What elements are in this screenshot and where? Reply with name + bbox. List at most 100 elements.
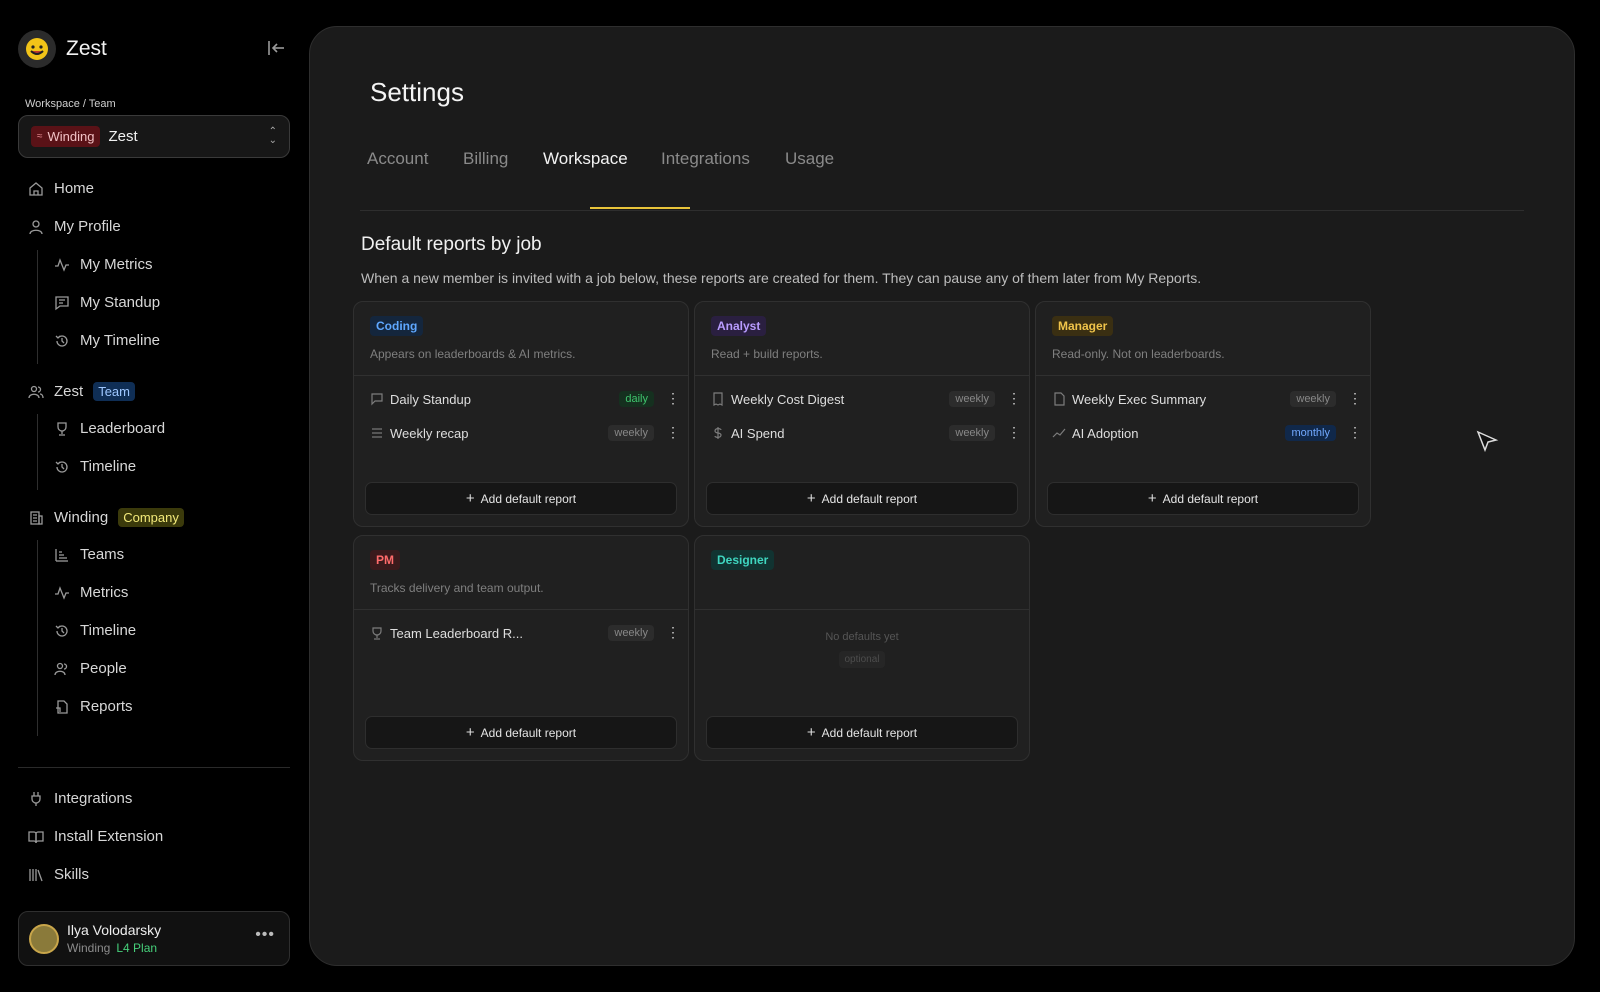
building-icon: [30, 510, 43, 525]
report-row[interactable]: Weekly Exec Summary weekly ⋮: [1036, 386, 1370, 414]
nav-teams[interactable]: Teams: [54, 546, 124, 563]
nav-home[interactable]: Home: [28, 180, 94, 197]
add-default-report-button[interactable]: + Add default report: [1047, 482, 1359, 515]
job-card-manager: Manager Read-only. Not on leaderboards. We…: [1035, 301, 1371, 527]
history-icon: [55, 460, 68, 473]
add-default-report-button[interactable]: + Add default report: [365, 716, 677, 749]
job-description: Read-only. Not on leaderboards.: [1052, 347, 1225, 361]
more-vertical-icon[interactable]: ⋮: [666, 391, 680, 405]
nav-skills[interactable]: Skills: [28, 866, 89, 883]
user-card[interactable]: Ilya Volodarsky Winding L4 Plan •••: [18, 911, 290, 966]
nav-my-profile[interactable]: My Profile: [28, 218, 121, 235]
add-default-report-button[interactable]: + Add default report: [706, 716, 1018, 749]
tab-workspace[interactable]: Workspace: [543, 149, 628, 169]
card-header: Coding Appears on leaderboards & AI metri…: [354, 302, 688, 376]
add-default-report-button[interactable]: + Add default report: [706, 482, 1018, 515]
job-tag: Designer: [711, 550, 775, 570]
chevron-updown-icon: ⌃ ⌄: [268, 126, 277, 146]
trophy-icon: [372, 627, 382, 640]
add-default-report-button[interactable]: + Add default report: [365, 482, 677, 515]
optional-tag: optional: [839, 651, 885, 668]
users-icon: [28, 385, 44, 398]
report-icon: [56, 699, 68, 714]
company-chip-label: Winding: [47, 129, 95, 144]
job-description: Tracks delivery and team output.: [370, 581, 544, 595]
tab-usage[interactable]: Usage: [785, 149, 834, 169]
section-description: When a new member is invited with a job …: [361, 270, 1202, 286]
frequency-badge: weekly: [608, 425, 654, 441]
nav-my-metrics[interactable]: My Metrics: [54, 256, 153, 273]
wind-icon: ≈: [37, 131, 43, 142]
nav-metrics[interactable]: Metrics: [54, 584, 128, 601]
mouse-cursor-icon: [1476, 430, 1499, 453]
team-badge: Team: [93, 382, 135, 401]
zest-logo: [18, 30, 56, 68]
list-icon: [372, 428, 382, 438]
report-row[interactable]: Weekly Cost Digest weekly ⋮: [695, 386, 1029, 414]
library-icon: [29, 868, 43, 881]
dollar-icon: [714, 427, 722, 439]
nav-reports-label: Reports: [80, 698, 133, 715]
nav-install-extension[interactable]: Install Extension: [28, 828, 163, 845]
trend-icon: [1052, 428, 1066, 438]
sidebar: Zest Workspace / Team ≈ Winding Zest ⌃ ⌄ H…: [0, 0, 300, 992]
activity-icon: [55, 257, 69, 272]
frequency-badge: weekly: [608, 625, 654, 641]
document-icon: [1054, 392, 1065, 406]
card-header: PM Tracks delivery and team output.: [354, 536, 688, 610]
bar-chart-icon: [55, 548, 68, 562]
more-vertical-icon[interactable]: ⋮: [1007, 425, 1021, 439]
report-name: Weekly Exec Summary: [1072, 392, 1207, 407]
plug-icon: [31, 791, 41, 806]
tab-billing[interactable]: Billing: [463, 149, 508, 169]
more-vertical-icon[interactable]: ⋮: [666, 625, 680, 639]
report-row[interactable]: Weekly recap weekly ⋮: [354, 420, 688, 448]
nav-my-timeline[interactable]: My Timeline: [54, 332, 160, 349]
nav-team[interactable]: Zest Team: [28, 382, 135, 401]
job-tag: PM: [370, 550, 400, 570]
user-icon: [29, 219, 43, 234]
settings-panel: Settings Account Billing Workspace Integ…: [309, 26, 1575, 966]
nav-integrations[interactable]: Integrations: [28, 790, 132, 807]
collapse-sidebar-icon[interactable]: [266, 38, 290, 62]
nav-team-timeline[interactable]: Timeline: [54, 458, 136, 475]
home-icon: [29, 181, 43, 196]
message-icon: [55, 295, 69, 310]
frequency-badge: weekly: [1290, 391, 1336, 407]
nav-people[interactable]: People: [54, 660, 127, 677]
nav-company-timeline[interactable]: Timeline: [54, 622, 136, 639]
report-row[interactable]: Daily Standup daily ⋮: [354, 386, 688, 414]
brand[interactable]: Zest: [18, 30, 107, 68]
plus-icon: +: [465, 490, 475, 507]
empty-state: No defaults yet optional: [695, 631, 1029, 668]
nav-reports[interactable]: Reports: [54, 698, 133, 715]
report-row[interactable]: Team Leaderboard R... weekly ⋮: [354, 620, 688, 648]
report-name: Daily Standup: [390, 392, 471, 407]
nav-teams-label: Teams: [80, 546, 125, 563]
job-tag: Coding: [370, 316, 424, 336]
nav-my-metrics-label: My Metrics: [80, 256, 153, 273]
tab-account[interactable]: Account: [367, 149, 428, 169]
user-plan: L4 Plan: [116, 941, 158, 955]
nav-team-timeline-label: Timeline: [80, 458, 137, 475]
report-row[interactable]: AI Adoption monthly ⋮: [1036, 420, 1370, 448]
users-icon: [54, 662, 68, 675]
frequency-badge: weekly: [949, 391, 995, 407]
plus-icon: +: [465, 724, 475, 741]
nav-my-standup[interactable]: My Standup: [54, 294, 160, 311]
tab-integrations[interactable]: Integrations: [661, 149, 750, 169]
nav-leaderboard[interactable]: Leaderboard: [54, 420, 165, 437]
report-row[interactable]: AI Spend weekly ⋮: [695, 420, 1029, 448]
more-vertical-icon[interactable]: ⋮: [1348, 425, 1362, 439]
more-vertical-icon[interactable]: ⋮: [666, 425, 680, 439]
sidebar-divider: [18, 767, 290, 768]
nav-company[interactable]: Winding Company: [28, 508, 184, 527]
job-card-pm: PM Tracks delivery and team output. Team L…: [353, 535, 689, 761]
more-icon[interactable]: •••: [255, 926, 275, 944]
nav-company-label: Winding: [54, 509, 109, 526]
more-vertical-icon[interactable]: ⋮: [1007, 391, 1021, 405]
more-vertical-icon[interactable]: ⋮: [1348, 391, 1362, 405]
card-header: Manager Read-only. Not on leaderboards.: [1036, 302, 1370, 376]
workspace-selector[interactable]: ≈ Winding Zest ⌃ ⌄: [18, 115, 290, 158]
nav-company-timeline-label: Timeline: [80, 622, 137, 639]
